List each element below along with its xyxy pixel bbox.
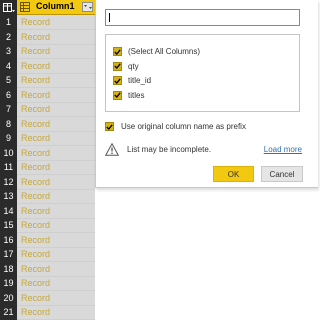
record-cell[interactable]: Record bbox=[17, 175, 95, 190]
check-icon bbox=[114, 48, 121, 55]
column-option[interactable]: titles bbox=[113, 89, 144, 102]
column-option-label: titles bbox=[128, 90, 145, 100]
record-cell[interactable]: Record bbox=[17, 247, 95, 262]
record-cell[interactable]: Record bbox=[17, 204, 95, 219]
record-cell[interactable]: Record bbox=[17, 291, 95, 306]
warning-row: List may be incomplete. Load more bbox=[105, 143, 310, 157]
text-cursor bbox=[109, 13, 110, 22]
record-cell[interactable]: Record bbox=[17, 102, 95, 117]
record-cell[interactable]: Record bbox=[17, 262, 95, 277]
data-grid: Column1 1 2 3 4 5 6 7 8 9 10 11 12 13 14 15 16 17 18 19 20 2… bbox=[0, 0, 95, 320]
row-number[interactable]: 15 bbox=[0, 218, 17, 233]
prefix-label: Use original column name as prefix bbox=[121, 122, 246, 131]
record-cell[interactable]: Record bbox=[17, 44, 95, 59]
row-number[interactable]: 13 bbox=[0, 189, 17, 204]
column-option-label: (Select All Columns) bbox=[128, 47, 201, 56]
expand-columns-panel: (Select All Columns) qty title_idtitles Us… bbox=[95, 0, 318, 188]
column-option[interactable]: qty bbox=[113, 60, 139, 73]
check-icon bbox=[114, 63, 121, 69]
record-cell[interactable]: Record bbox=[17, 305, 95, 320]
record-cell[interactable]: Record bbox=[17, 131, 95, 146]
row-number[interactable]: 10 bbox=[0, 146, 17, 161]
cancel-button[interactable]: Cancel bbox=[261, 166, 303, 182]
record-cell[interactable]: Record bbox=[17, 30, 95, 45]
column-checkbox[interactable] bbox=[113, 61, 122, 71]
row-number-column: 1 2 3 4 5 6 7 8 9 10 11 12 13 14 15 16 17 18 19 20 21 bbox=[0, 15, 17, 320]
check-icon bbox=[106, 123, 113, 130]
empty-area bbox=[95, 188, 318, 320]
ok-button[interactable]: OK bbox=[213, 166, 254, 182]
record-cell[interactable]: Record bbox=[17, 117, 95, 132]
column-checkbox[interactable] bbox=[113, 47, 122, 56]
load-more-link[interactable]: Load more bbox=[264, 145, 302, 154]
row-number[interactable]: 6 bbox=[0, 88, 17, 103]
column-checkbox[interactable] bbox=[113, 76, 122, 85]
table-menu-button[interactable] bbox=[0, 0, 17, 15]
record-cell[interactable]: Record bbox=[17, 146, 95, 161]
row-number[interactable]: 20 bbox=[0, 291, 17, 306]
column-list: (Select All Columns) qty title_idtitles bbox=[105, 34, 300, 112]
record-type-icon bbox=[20, 2, 30, 12]
table-icon bbox=[2, 2, 15, 12]
column-option[interactable]: (Select All Columns) bbox=[113, 45, 200, 58]
check-icon bbox=[114, 92, 121, 98]
row-number[interactable]: 21 bbox=[0, 305, 17, 320]
check-icon bbox=[114, 77, 121, 84]
row-number[interactable]: 1 bbox=[0, 15, 17, 30]
record-cell[interactable]: Record bbox=[17, 189, 95, 204]
column-title: Column1 bbox=[36, 1, 75, 11]
column-option-label: qty bbox=[128, 61, 139, 71]
column-header[interactable]: Column1 bbox=[17, 0, 95, 15]
row-number[interactable]: 14 bbox=[0, 204, 17, 219]
row-number[interactable]: 2 bbox=[0, 30, 17, 45]
expand-columns-icon bbox=[83, 5, 92, 9]
record-cell[interactable]: Record bbox=[17, 15, 95, 30]
warning-text: List may be incomplete. bbox=[127, 145, 212, 154]
row-number[interactable]: 7 bbox=[0, 102, 17, 117]
column-option-label: title_id bbox=[128, 76, 152, 85]
record-cell[interactable]: Record bbox=[17, 88, 95, 103]
prefix-option[interactable]: Use original column name as prefix bbox=[105, 122, 246, 131]
expand-columns-button[interactable] bbox=[82, 2, 93, 12]
record-cell[interactable]: Record bbox=[17, 59, 95, 74]
row-number[interactable]: 16 bbox=[0, 233, 17, 248]
record-cell[interactable]: Record bbox=[17, 276, 95, 291]
column-option[interactable]: title_id bbox=[113, 74, 151, 87]
row-number[interactable]: 12 bbox=[0, 175, 17, 190]
prefix-checkbox[interactable] bbox=[105, 122, 114, 131]
row-number[interactable]: 17 bbox=[0, 247, 17, 262]
row-number[interactable]: 5 bbox=[0, 73, 17, 88]
row-number[interactable]: 19 bbox=[0, 276, 17, 291]
row-number[interactable]: 18 bbox=[0, 262, 17, 277]
record-cell[interactable]: Record bbox=[17, 218, 95, 233]
row-number[interactable]: 11 bbox=[0, 160, 17, 175]
record-cell[interactable]: Record bbox=[17, 73, 95, 88]
warning-icon bbox=[105, 143, 119, 156]
column-cells: Record Record Record Record Record Record Reco… bbox=[17, 15, 95, 320]
column-checkbox[interactable] bbox=[113, 90, 122, 100]
row-number[interactable]: 4 bbox=[0, 59, 17, 74]
row-number[interactable]: 3 bbox=[0, 44, 17, 59]
row-number[interactable]: 8 bbox=[0, 117, 17, 132]
row-number[interactable]: 9 bbox=[0, 131, 17, 146]
record-cell[interactable]: Record bbox=[17, 160, 95, 175]
record-cell[interactable]: Record bbox=[17, 233, 95, 248]
search-input[interactable] bbox=[105, 9, 300, 26]
